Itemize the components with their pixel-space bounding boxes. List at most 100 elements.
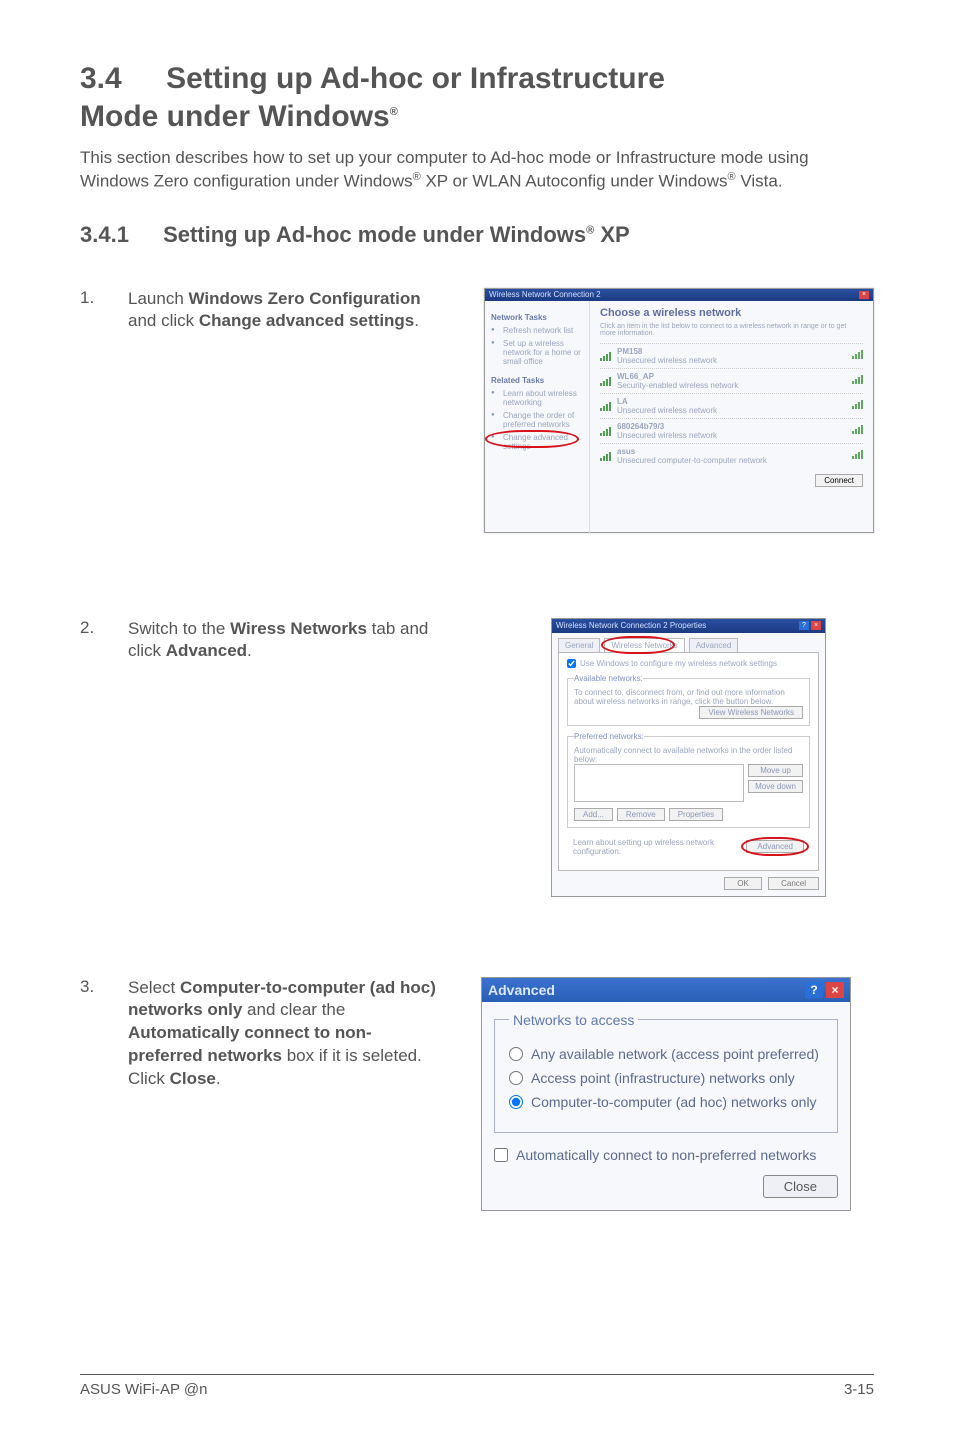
- properties-button[interactable]: Properties: [669, 808, 723, 821]
- network-sub: Unsecured wireless network: [617, 406, 717, 415]
- network-item[interactable]: PM158Unsecured wireless network: [600, 343, 863, 368]
- panel-heading: Choose a wireless network: [600, 307, 863, 319]
- txt: .: [414, 311, 419, 330]
- group-text: To connect to, disconnect from, or find …: [574, 688, 803, 706]
- radio-any[interactable]: [509, 1047, 523, 1061]
- step-image: Advanced ? × Networks to access Any avai…: [456, 977, 874, 1211]
- network-item[interactable]: LAUnsecured wireless network: [600, 393, 863, 418]
- subsection-title: 3.4.1 Setting up Ad-hoc mode under Windo…: [80, 222, 874, 248]
- option-label: Computer-to-computer (ad hoc) networks o…: [531, 1094, 817, 1110]
- step-number: 2.: [80, 618, 110, 638]
- refresh-link[interactable]: Refresh network list: [491, 326, 583, 335]
- task-group: Related Tasks: [491, 376, 583, 385]
- bold-windows-zero-config: Windows Zero Configuration: [189, 289, 421, 308]
- advanced-button[interactable]: Advanced: [746, 840, 804, 853]
- learn-link[interactable]: Learn about wireless networking: [491, 389, 583, 407]
- network-name: 680264b79/3: [617, 422, 664, 431]
- bold-change-advanced-settings: Change advanced settings: [199, 311, 414, 330]
- use-windows-config-checkbox[interactable]: [567, 659, 576, 668]
- strength-icon: [851, 425, 863, 436]
- tab-general[interactable]: General: [558, 638, 600, 652]
- tab-wireless-networks[interactable]: Wireless Networks: [604, 638, 684, 652]
- step-2: 2. Switch to the Wiress Networks tab and…: [80, 618, 874, 897]
- step-3: 3. Select Computer-to-computer (ad hoc) …: [80, 977, 874, 1211]
- strength-icon: [851, 350, 863, 361]
- network-item[interactable]: WL66_APSecurity-enabled wireless network: [600, 368, 863, 393]
- add-button[interactable]: Add...: [574, 808, 613, 821]
- any-network-option[interactable]: Any available network (access point pref…: [509, 1046, 823, 1062]
- change-advanced-settings-link[interactable]: Change advanced settings: [491, 433, 583, 451]
- network-name: PM158: [617, 347, 642, 356]
- auto-connect-checkbox[interactable]: [494, 1148, 508, 1162]
- bold-close: Close: [170, 1069, 216, 1088]
- signal-icon: [600, 401, 611, 411]
- help-icon[interactable]: ?: [799, 621, 809, 630]
- connection-properties-dialog: Wireless Network Connection 2 Properties…: [551, 618, 826, 897]
- choose-wireless-network-dialog: Wireless Network Connection 2 × Network …: [484, 288, 874, 533]
- close-button[interactable]: Close: [763, 1175, 838, 1198]
- subsection-text-pre: Setting up Ad-hoc mode under Windows: [163, 222, 586, 247]
- txt: Launch: [128, 289, 189, 308]
- checkbox-label: Use Windows to configure my wireless net…: [580, 659, 777, 668]
- setup-link[interactable]: Set up a wireless network for a home or …: [491, 339, 583, 366]
- ok-button[interactable]: OK: [724, 877, 762, 890]
- close-icon[interactable]: ×: [811, 621, 821, 630]
- section-title: 3.4 Setting up Ad-hoc or Infrastructure …: [80, 60, 874, 135]
- tab-advanced[interactable]: Advanced: [689, 638, 739, 652]
- bold-advanced: Advanced: [166, 641, 247, 660]
- preferred-list[interactable]: [574, 764, 744, 802]
- strength-icon: [851, 450, 863, 461]
- remove-button[interactable]: Remove: [617, 808, 665, 821]
- network-item[interactable]: asusUnsecured computer-to-computer netwo…: [600, 443, 863, 468]
- intro-end: Vista.: [736, 172, 783, 191]
- network-item[interactable]: 680264b79/3Unsecured wireless network: [600, 418, 863, 443]
- intro-mid: XP or WLAN Autoconfig under Windows: [421, 172, 728, 191]
- step-number: 3.: [80, 977, 110, 997]
- tab-bar: General Wireless Networks Advanced: [552, 633, 825, 652]
- preferred-networks-group: Preferred networks: Automatically connec…: [567, 732, 810, 828]
- txt: and click: [128, 311, 199, 330]
- group-legend: Preferred networks:: [574, 732, 644, 741]
- subsection-number: 3.4.1: [80, 222, 129, 248]
- step-text: Launch Windows Zero Configuration and cl…: [128, 288, 438, 334]
- help-icon[interactable]: ?: [805, 982, 823, 998]
- move-down-button[interactable]: Move down: [748, 780, 803, 793]
- reg-mark: ®: [413, 171, 421, 183]
- task-group: Network Tasks: [491, 313, 583, 322]
- order-link[interactable]: Change the order of preferred networks: [491, 411, 583, 429]
- group-legend: Available networks:: [574, 674, 643, 683]
- radio-adhoc[interactable]: [509, 1095, 523, 1109]
- networks-to-access-group: Networks to access Any available network…: [494, 1012, 838, 1133]
- connect-button[interactable]: Connect: [815, 474, 863, 487]
- signal-icon: [600, 351, 611, 361]
- panel-hint: Click an item in the list below to conne…: [600, 323, 863, 337]
- close-icon[interactable]: ×: [826, 982, 844, 998]
- network-sub: Unsecured computer-to-computer network: [617, 456, 767, 465]
- advanced-dialog: Advanced ? × Networks to access Any avai…: [481, 977, 851, 1211]
- step-number: 1.: [80, 288, 110, 308]
- view-wireless-button[interactable]: View Wireless Networks: [699, 706, 803, 719]
- txt: .: [216, 1069, 221, 1088]
- auto-connect-row[interactable]: Automatically connect to non-preferred n…: [494, 1147, 838, 1163]
- strength-icon: [851, 400, 863, 411]
- step-image: Wireless Network Connection 2 × Network …: [456, 288, 874, 533]
- signal-icon: [600, 376, 611, 386]
- option-label: Access point (infrastructure) networks o…: [531, 1070, 795, 1086]
- move-up-button[interactable]: Move up: [748, 764, 803, 777]
- group-legend: Networks to access: [509, 1012, 638, 1028]
- cancel-button[interactable]: Cancel: [768, 877, 819, 890]
- network-sub: Unsecured wireless network: [617, 431, 717, 440]
- dialog-titlebar: Advanced ? ×: [482, 978, 850, 1002]
- txt: Switch to the: [128, 619, 230, 638]
- learn-link[interactable]: Learn about setting up wireless network …: [573, 838, 733, 856]
- available-networks-group: Available networks: To connect to, disco…: [567, 674, 810, 726]
- group-text: Automatically connect to available netwo…: [574, 746, 803, 764]
- tab-panel: Use Windows to configure my wireless net…: [558, 652, 819, 871]
- reg-mark: ®: [390, 106, 398, 118]
- radio-ap[interactable]: [509, 1071, 523, 1085]
- adhoc-option[interactable]: Computer-to-computer (ad hoc) networks o…: [509, 1094, 823, 1110]
- access-point-option[interactable]: Access point (infrastructure) networks o…: [509, 1070, 823, 1086]
- close-icon[interactable]: ×: [859, 291, 869, 299]
- signal-icon: [600, 426, 611, 436]
- network-sub: Security-enabled wireless network: [617, 381, 738, 390]
